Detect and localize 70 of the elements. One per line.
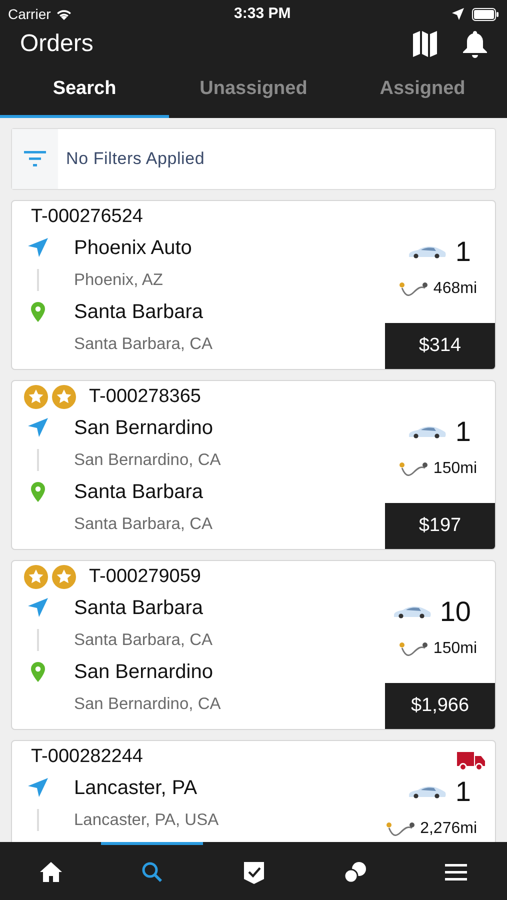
order-number: T-000279059 bbox=[89, 564, 201, 589]
distance: 150mi bbox=[433, 639, 477, 659]
map-pin-icon bbox=[31, 662, 45, 682]
star-badge-icon bbox=[52, 565, 76, 589]
price-tag: $197 bbox=[385, 503, 495, 549]
notification-bell-icon[interactable] bbox=[463, 30, 487, 58]
price-tag: $314 bbox=[385, 323, 495, 369]
navigation-arrow-icon bbox=[28, 418, 48, 438]
order-card[interactable]: T-000279059 Santa Barbara Santa Barbara, CA San Bernardino San Bernardino, CA 10 150mi $1,966 bbox=[11, 560, 496, 730]
filter-icon bbox=[24, 151, 46, 167]
vehicle-count: 1 bbox=[455, 415, 471, 449]
order-card[interactable]: T-000278365 San Bernardino San Bernardino, CA Santa Barbara Santa Barbara, CA 1 150mi $197 bbox=[11, 380, 496, 550]
vehicle-count: 1 bbox=[455, 235, 471, 269]
origin-address: Santa Barbara, CA bbox=[74, 630, 214, 651]
tab[interactable]: Unassigned bbox=[169, 60, 338, 118]
home-icon bbox=[40, 860, 62, 884]
order-card[interactable]: T-000282244 Lancaster, PA Lancaster, PA, USA 1 2,276mi bbox=[11, 740, 496, 842]
carrier-name: Carrier bbox=[8, 4, 51, 24]
destination-name: Santa Barbara bbox=[74, 480, 204, 505]
navigation-arrow-icon bbox=[28, 238, 48, 258]
destination-name: San Bernardino bbox=[74, 660, 214, 685]
destination-address: Santa Barbara, CA bbox=[74, 334, 214, 355]
origin-address: San Bernardino, CA bbox=[74, 450, 222, 471]
car-icon bbox=[407, 785, 448, 799]
route-icon bbox=[386, 820, 416, 838]
star-badge-icon bbox=[24, 385, 48, 409]
car-icon bbox=[407, 425, 448, 439]
car-icon bbox=[407, 245, 448, 259]
origin-name: Lancaster, PA bbox=[74, 776, 198, 801]
origin-name: San Bernardino bbox=[74, 416, 214, 441]
route-icon bbox=[399, 280, 430, 298]
order-number: T-000282244 bbox=[31, 744, 143, 769]
origin-name: Phoenix Auto bbox=[74, 236, 193, 261]
route-icon bbox=[399, 640, 430, 658]
status-time: 3:33 PM bbox=[234, 4, 291, 24]
chat-bubbles-icon bbox=[344, 860, 366, 884]
navigation-arrow-icon bbox=[28, 598, 48, 618]
page-title: Orders bbox=[20, 29, 94, 59]
star-badge-icon bbox=[52, 385, 76, 409]
order-card[interactable]: T-000276524 Phoenix Auto Phoenix, AZ Santa Barbara Santa Barbara, CA 1 468mi $314 bbox=[11, 200, 496, 370]
map-pin-icon bbox=[31, 482, 45, 502]
wifi-icon bbox=[54, 7, 73, 21]
location-arrow-icon bbox=[452, 8, 464, 20]
tab[interactable]: Search bbox=[0, 60, 169, 118]
car-icon bbox=[392, 605, 432, 619]
map-pin-icon bbox=[31, 302, 45, 322]
filter-bar[interactable]: No Filters Applied bbox=[11, 128, 496, 190]
distance: 468mi bbox=[433, 279, 477, 299]
tab[interactable]: Assigned bbox=[338, 60, 507, 118]
filter-status: No Filters Applied bbox=[66, 148, 205, 170]
star-badge-icon bbox=[24, 565, 48, 589]
origin-name: Santa Barbara bbox=[74, 596, 204, 621]
price-tag: $1,966 bbox=[385, 683, 495, 729]
navigation-arrow-icon bbox=[28, 778, 48, 798]
destination-name: Santa Barbara bbox=[74, 300, 204, 325]
route-icon bbox=[399, 460, 430, 478]
distance: 2,276mi bbox=[420, 819, 477, 839]
origin-address: Phoenix, AZ bbox=[74, 270, 164, 291]
battery-icon bbox=[472, 8, 499, 20]
shield-check-icon bbox=[242, 860, 265, 884]
search-icon bbox=[141, 860, 164, 884]
map-icon[interactable] bbox=[413, 31, 437, 57]
vehicle-count: 10 bbox=[440, 595, 471, 629]
destination-address: Santa Barbara, CA bbox=[74, 514, 214, 535]
order-number: T-000276524 bbox=[31, 204, 143, 229]
distance: 150mi bbox=[433, 459, 477, 479]
vehicle-count: 1 bbox=[455, 775, 471, 809]
destination-address: San Bernardino, CA bbox=[74, 694, 222, 715]
origin-address: Lancaster, PA, USA bbox=[74, 810, 220, 831]
order-number: T-000278365 bbox=[89, 384, 201, 409]
